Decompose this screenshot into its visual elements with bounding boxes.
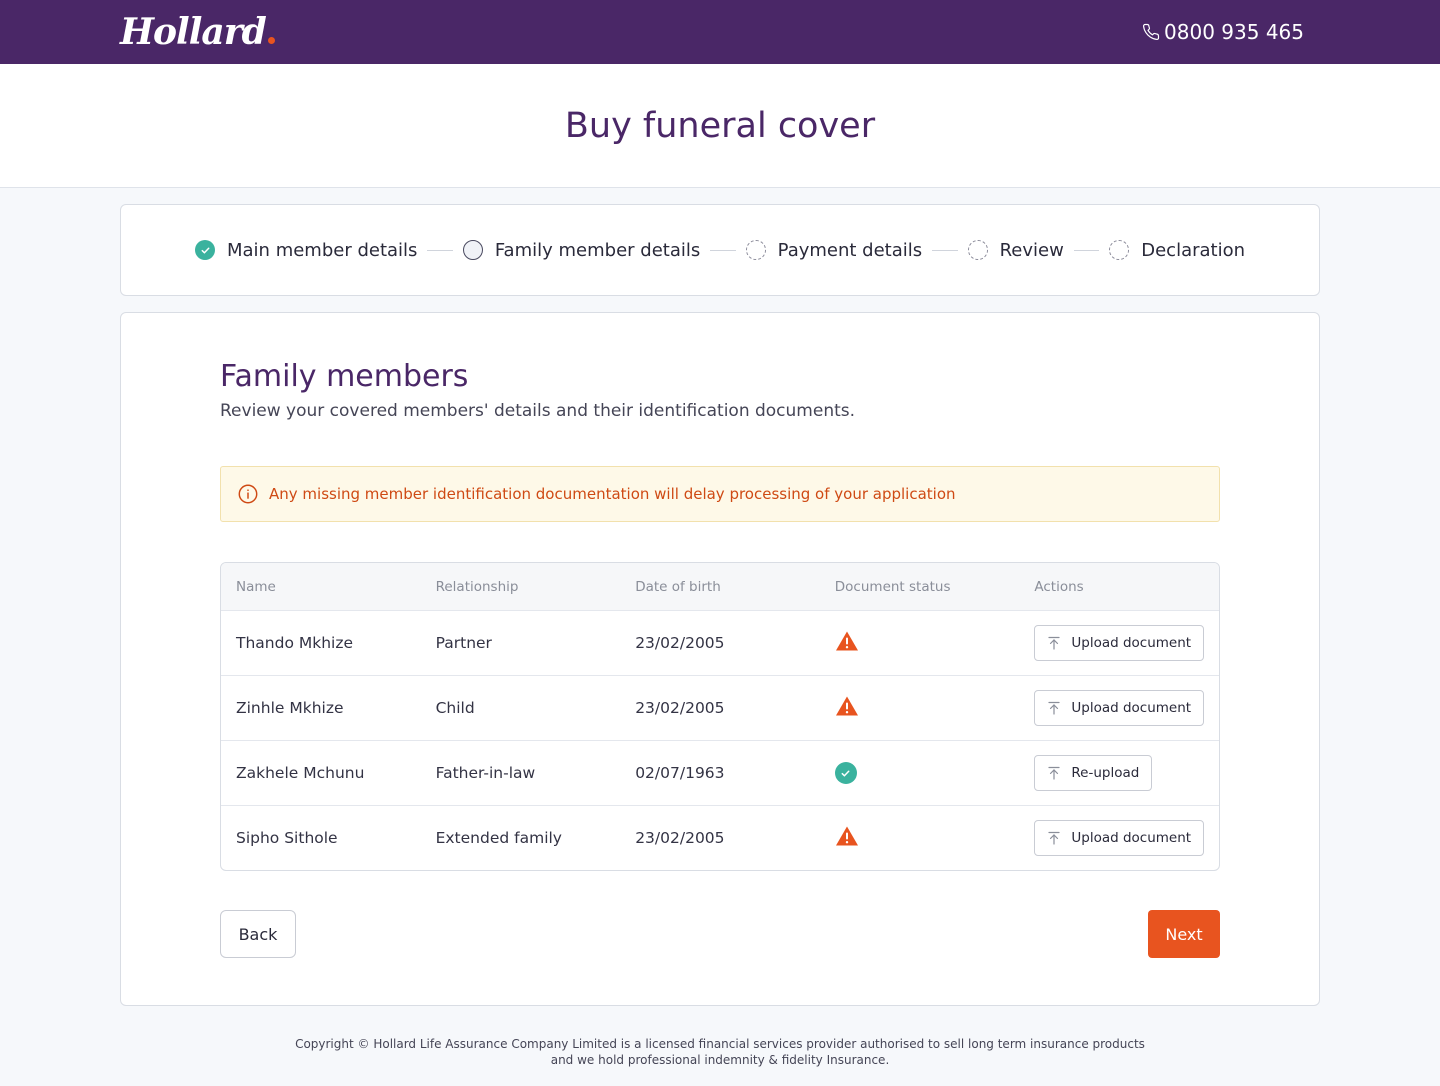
member-name: Thando Mkhize <box>236 634 354 652</box>
button-label: Upload document <box>1071 700 1192 716</box>
pending-step-icon <box>1109 240 1130 260</box>
step-review[interactable]: Review <box>967 239 1064 261</box>
table-row: Zinhle Mkhize Child 23/02/2005 Upload do… <box>221 675 1219 740</box>
actions-cell: Re-upload <box>1019 755 1219 791</box>
page-header: Buy funeral cover <box>0 64 1440 188</box>
document-status-cell <box>820 825 1020 851</box>
member-dob: 23/02/2005 <box>635 829 725 847</box>
column-header-document-status: Document status <box>834 578 951 595</box>
member-dob: 02/07/1963 <box>635 764 725 782</box>
actions-cell: Upload document <box>1019 690 1219 726</box>
member-name: Sipho Sithole <box>236 829 338 847</box>
step-label: Main member details <box>227 239 418 261</box>
member-name: Zakhele Mchunu <box>236 764 365 782</box>
upload-document-button[interactable]: Upload document <box>1034 625 1205 661</box>
footer: Copyright © Hollard Life Assurance Compa… <box>0 1036 1440 1068</box>
pending-step-icon <box>745 240 766 260</box>
actions-cell: Upload document <box>1019 625 1219 661</box>
table-row: Thando Mkhize Partner 23/02/2005 Upload … <box>221 610 1219 675</box>
button-label: Upload document <box>1071 635 1192 651</box>
member-relationship: Extended family <box>435 829 562 847</box>
alert-text: Any missing member identification docume… <box>269 485 956 503</box>
section-subtitle: Review your covered members' details and… <box>220 401 856 421</box>
step-label: Declaration <box>1141 239 1246 261</box>
pending-step-icon <box>967 240 988 260</box>
logo-dot <box>267 37 275 44</box>
member-relationship: Partner <box>435 634 492 652</box>
upload-icon <box>1048 766 1060 780</box>
button-label: Upload document <box>1071 830 1192 846</box>
column-header-actions: Actions <box>1034 578 1084 595</box>
next-button[interactable]: Next <box>1148 910 1220 958</box>
member-name: Zinhle Mkhize <box>236 699 344 717</box>
step-connector <box>427 249 453 251</box>
copyright-text: Copyright © Hollard Life Assurance Compa… <box>295 1037 1145 1051</box>
progress-stepper: Main member details Family member detail… <box>120 204 1320 296</box>
member-relationship: Child <box>435 699 475 717</box>
actions-cell: Upload document <box>1019 820 1219 856</box>
document-status-cell <box>820 695 1020 721</box>
phone-icon <box>1143 23 1160 41</box>
step-connector <box>1073 249 1100 251</box>
back-button[interactable]: Back <box>220 910 296 958</box>
top-bar: Hollard 0800 935 465 <box>0 0 1440 64</box>
step-connector <box>932 249 958 251</box>
logo-text: Hollard <box>120 11 267 53</box>
button-label: Re-upload <box>1071 765 1140 781</box>
upload-icon <box>1048 636 1060 650</box>
step-label: Family member details <box>494 239 701 261</box>
step-label: Review <box>999 239 1064 261</box>
step-main-member-details[interactable]: Main member details <box>195 240 417 261</box>
warning-icon <box>835 696 858 716</box>
warning-icon <box>835 826 858 846</box>
document-status-cell <box>820 630 1020 656</box>
upload-document-button[interactable]: Upload document <box>1034 690 1205 726</box>
check-circle-icon <box>195 240 215 260</box>
phone-contact[interactable]: 0800 935 465 <box>1142 20 1304 44</box>
step-family-member-details[interactable]: Family member details <box>462 239 701 261</box>
hollard-logo[interactable]: Hollard <box>120 11 275 53</box>
table-header-row: Name Relationship Date of birth Document… <box>221 563 1219 610</box>
member-dob: 23/02/2005 <box>635 699 725 717</box>
step-connector <box>710 249 736 251</box>
member-relationship: Father-in-law <box>435 764 536 782</box>
table-row: Sipho Sithole Extended family 23/02/2005… <box>221 805 1219 870</box>
warning-icon <box>835 631 858 651</box>
current-step-icon <box>462 240 483 260</box>
info-icon <box>238 484 258 504</box>
upload-icon <box>1048 831 1060 845</box>
page-title: Buy funeral cover <box>564 105 876 146</box>
section-title: Family members <box>220 359 469 394</box>
copyright-text-line-2: and we hold professional indemnity & fid… <box>550 1053 890 1067</box>
document-status-cell <box>820 762 1020 784</box>
phone-number: 0800 935 465 <box>1164 20 1304 44</box>
column-header-name: Name <box>236 578 276 595</box>
re-upload-button[interactable]: Re-upload <box>1034 755 1153 791</box>
column-header-date-of-birth: Date of birth <box>635 578 721 595</box>
upload-document-button[interactable]: Upload document <box>1034 820 1205 856</box>
warning-alert: Any missing member identification docume… <box>220 466 1220 522</box>
step-declaration[interactable]: Declaration <box>1109 240 1245 261</box>
family-members-table: Name Relationship Date of birth Document… <box>220 562 1220 871</box>
upload-icon <box>1048 701 1060 715</box>
step-payment-details[interactable]: Payment details <box>745 239 923 261</box>
family-members-card: Family members Review your covered membe… <box>120 312 1320 1006</box>
table-row: Zakhele Mchunu Father-in-law 02/07/1963 … <box>221 740 1219 805</box>
column-header-relationship: Relationship <box>435 578 519 595</box>
step-label: Payment details <box>777 239 923 261</box>
check-circle-icon <box>834 762 857 784</box>
member-dob: 23/02/2005 <box>635 634 725 652</box>
